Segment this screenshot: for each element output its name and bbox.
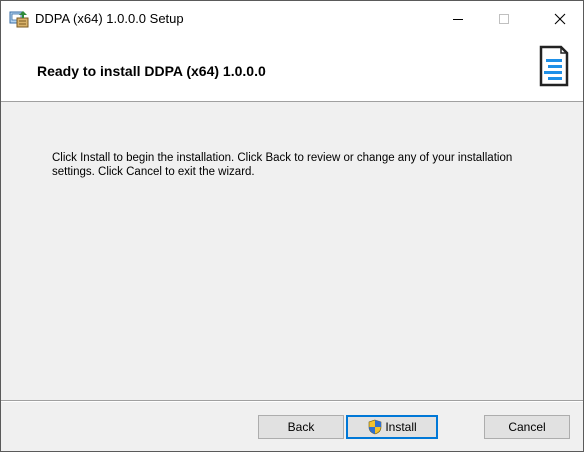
minimize-icon — [453, 19, 463, 20]
cancel-button[interactable]: Cancel — [484, 415, 570, 439]
cancel-button-label: Cancel — [508, 420, 546, 434]
header-banner: Ready to install DDPA (x64) 1.0.0.0 — [1, 37, 583, 102]
minimize-button[interactable] — [435, 1, 481, 37]
install-button-label: Install — [385, 420, 417, 434]
installer-app-icon — [9, 11, 29, 28]
title-bar[interactable]: DDPA (x64) 1.0.0.0 Setup — [1, 1, 583, 37]
footer-divider — [1, 400, 583, 402]
window-title: DDPA (x64) 1.0.0.0 Setup — [35, 11, 184, 26]
install-button[interactable]: Install — [346, 415, 438, 439]
maximize-icon — [499, 14, 509, 24]
back-button-label: Back — [287, 420, 315, 434]
close-icon — [554, 13, 566, 25]
instructions-text: Click Install to begin the installation.… — [52, 152, 513, 178]
uac-shield-icon — [369, 419, 382, 435]
page-title: Ready to install DDPA (x64) 1.0.0.0 — [37, 63, 266, 79]
close-button[interactable] — [537, 1, 583, 37]
back-button[interactable]: Back — [258, 415, 344, 439]
setup-window: DDPA (x64) 1.0.0.0 Setup Ready to instal… — [0, 0, 584, 452]
installer-logo-icon — [539, 45, 569, 87]
maximize-button[interactable] — [481, 1, 527, 37]
